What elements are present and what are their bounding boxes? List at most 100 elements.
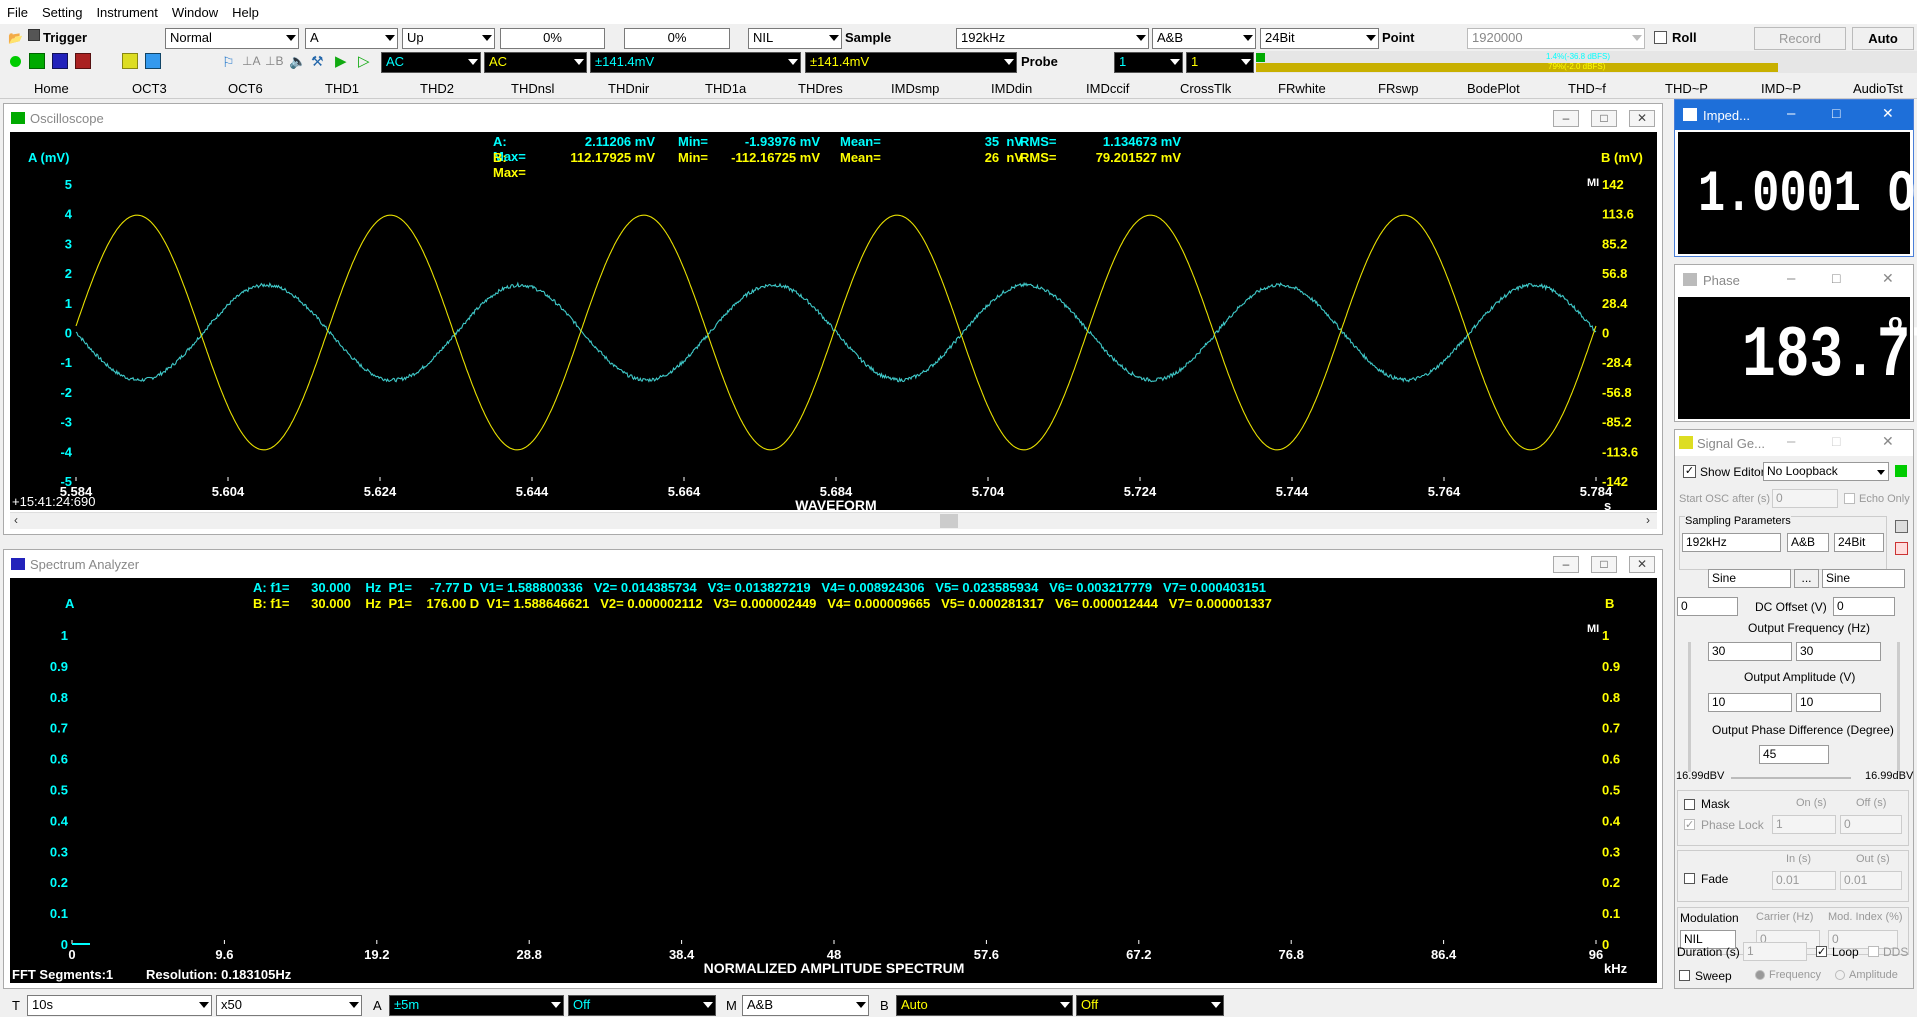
close-button[interactable]: ✕ [1629, 556, 1655, 573]
minimize-button[interactable]: – [1787, 433, 1795, 450]
menu-file[interactable]: File [0, 5, 35, 20]
waveform-more-button[interactable]: ... [1794, 569, 1819, 588]
signal-generator-icon[interactable] [122, 53, 138, 69]
auto-button[interactable]: Auto [1852, 27, 1914, 50]
sg-channels-select[interactable]: A&B [1787, 533, 1829, 552]
tab-imddin[interactable]: IMDdin [991, 81, 1032, 96]
close-button[interactable]: ✕ [1629, 110, 1655, 127]
trigger-level-input[interactable]: 0% [500, 28, 605, 49]
frequency-b-input[interactable]: 30 [1796, 642, 1881, 661]
balance-slider[interactable] [1731, 777, 1851, 779]
waveform-b-select[interactable]: Sine [1822, 569, 1905, 588]
tab-oct3[interactable]: OCT3 [132, 81, 167, 96]
trigger-position-input[interactable]: 0% [624, 28, 730, 49]
play-icon[interactable]: ▶ [335, 52, 347, 70]
math-select[interactable]: A&B [742, 995, 869, 1016]
a-scale-select[interactable]: ±5m [389, 995, 564, 1016]
osc-scrollbar[interactable]: ‹ › [10, 512, 1657, 529]
tab-frwhite[interactable]: FRwhite [1278, 81, 1326, 96]
minimize-button[interactable]: – [1553, 110, 1579, 127]
sweep-icon[interactable] [75, 53, 91, 69]
waveform-a-select[interactable]: Sine [1708, 569, 1791, 588]
close-button[interactable]: ✕ [1882, 270, 1894, 287]
sg-save-icon[interactable] [1895, 520, 1908, 533]
minimize-button[interactable]: – [1787, 270, 1795, 287]
zoom-select[interactable]: x50 [216, 995, 362, 1016]
menu-window[interactable]: Window [165, 5, 225, 20]
scroll-left-icon[interactable]: ‹ [14, 513, 18, 527]
maximize-button[interactable]: □ [1832, 105, 1840, 121]
amplitude-a-slider[interactable] [1688, 642, 1691, 772]
tab-oct6[interactable]: OCT6 [228, 81, 263, 96]
tab-thdres[interactable]: THDres [798, 81, 843, 96]
trigger-edge-select[interactable]: Up [402, 28, 495, 49]
tab-thd-p[interactable]: THD~P [1665, 81, 1708, 96]
phase-diff-input[interactable]: 45 [1759, 745, 1829, 764]
start-osc-input[interactable]: 0 [1772, 489, 1838, 508]
trigger-mode-select[interactable]: Normal [165, 28, 299, 49]
save-icon[interactable] [28, 29, 40, 41]
show-editor-checkbox[interactable]: ✓ [1683, 465, 1696, 478]
amplitude-b-slider[interactable] [1897, 642, 1900, 772]
roll-checkbox[interactable] [1654, 31, 1667, 44]
phase-lock-checkbox[interactable]: ✓ [1684, 819, 1695, 831]
play-once-icon[interactable]: ▷ [358, 52, 370, 70]
sg-rate-select[interactable]: 192kHz [1682, 533, 1781, 552]
spectrum-icon[interactable] [52, 53, 68, 69]
tab-thd1[interactable]: THD1 [325, 81, 359, 96]
probe-icon[interactable]: ⚐ [222, 54, 235, 71]
spectrum-plot[interactable]: A: f1= 30.000 Hz P1= -7.77 D V1= 1.58880… [10, 578, 1657, 983]
open-icon[interactable]: 📂 [8, 31, 23, 45]
scroll-thumb[interactable] [940, 514, 958, 528]
sg-bits-select[interactable]: 24Bit [1834, 533, 1884, 552]
loopback-select[interactable]: No Loopback [1763, 462, 1889, 481]
amplitude-radio[interactable] [1835, 970, 1845, 980]
a-offset-select[interactable]: Off [568, 995, 716, 1016]
mask-off-input[interactable]: 0 [1840, 815, 1902, 834]
output-icon[interactable] [145, 53, 161, 69]
tools-icon[interactable]: ⚒ [311, 53, 324, 70]
nil-select[interactable]: NIL [748, 28, 842, 49]
channels-select[interactable]: A&B [1152, 28, 1256, 49]
sg-edit-icon[interactable] [1895, 542, 1908, 555]
tab-bodeplot[interactable]: BodePlot [1467, 81, 1520, 96]
tab-thd-f[interactable]: THD~f [1568, 81, 1606, 96]
b-offset-select[interactable]: Off [1076, 995, 1224, 1016]
tab-thd1a[interactable]: THD1a [705, 81, 746, 96]
coupling-b-select[interactable]: AC [484, 52, 587, 73]
record-button[interactable]: Record [1754, 27, 1846, 50]
duration-input[interactable]: 1 [1743, 942, 1807, 961]
echo-only-checkbox[interactable] [1844, 493, 1855, 504]
speaker-icon[interactable]: 🔈 [289, 53, 306, 70]
close-button[interactable]: ✕ [1882, 105, 1894, 122]
dc-offset-a-input[interactable]: 0 [1677, 597, 1738, 616]
menu-instrument[interactable]: Instrument [89, 5, 164, 20]
maximize-button[interactable]: □ [1832, 433, 1840, 449]
trigger-channel-select[interactable]: A [305, 28, 398, 49]
tab-imdccif[interactable]: IMDccif [1086, 81, 1129, 96]
maximize-button[interactable]: □ [1832, 270, 1840, 286]
probe-a-select[interactable]: 1 [1114, 52, 1183, 73]
maximize-button[interactable]: □ [1591, 556, 1617, 573]
tab-thdnsl[interactable]: THDnsl [511, 81, 554, 96]
range-a-select[interactable]: ±141.4mV [590, 52, 801, 73]
align-a-icon[interactable]: ⊥A [242, 54, 260, 68]
bits-select[interactable]: 24Bit [1260, 28, 1379, 49]
output-on-icon[interactable] [1895, 465, 1907, 477]
scope-icon[interactable] [29, 53, 45, 69]
sample-rate-select[interactable]: 192kHz [956, 28, 1149, 49]
loop-checkbox[interactable]: ✓ [1816, 946, 1827, 958]
b-scale-select[interactable]: Auto [896, 995, 1073, 1016]
sweep-checkbox[interactable] [1679, 970, 1690, 981]
maximize-button[interactable]: □ [1591, 110, 1617, 127]
frequency-a-input[interactable]: 30 [1708, 642, 1792, 661]
tab-imd-p[interactable]: IMD~P [1761, 81, 1801, 96]
amplitude-b-input[interactable]: 10 [1796, 693, 1881, 712]
timebase-select[interactable]: 10s [27, 995, 212, 1016]
probe-b-select[interactable]: 1 [1186, 52, 1254, 73]
run-icon[interactable] [10, 56, 21, 67]
mask-checkbox[interactable] [1684, 799, 1695, 810]
frequency-radio[interactable] [1755, 970, 1765, 980]
mask-on-input[interactable]: 1 [1772, 815, 1836, 834]
tab-audiotst[interactable]: AudioTst [1853, 81, 1903, 96]
